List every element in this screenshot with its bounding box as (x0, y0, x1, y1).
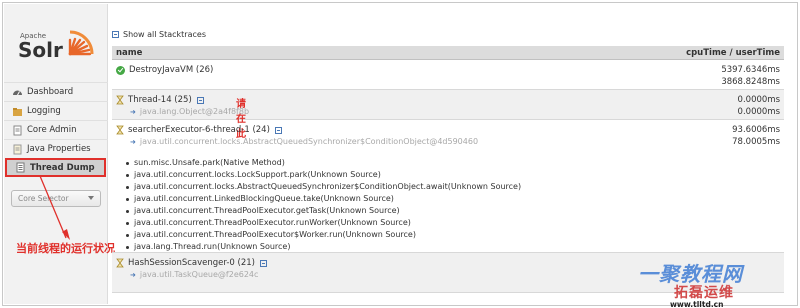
lock-text: java.lang.Object@2a4f8f8b (139, 107, 250, 116)
table-row: Thread-14 (25) 请在此 ➜ java.lang.Object@2a… (112, 90, 784, 140)
hourglass-icon (116, 125, 124, 135)
lock-text: java.util.TaskQueue@f2e624c (139, 270, 259, 279)
collapse-stack-icon[interactable] (274, 126, 282, 134)
stacktrace-list: sun.misc.Unsafe.park(Native Method) java… (126, 157, 521, 253)
arrow-right-icon: ➜ (130, 107, 136, 116)
stacktrace-line: java.util.concurrent.locks.AbstractQueue… (126, 181, 521, 193)
lock-info: ➜ java.util.concurrent.locks.AbstractQue… (130, 137, 478, 146)
thread-name-text: HashSessionScavenger-0 (21) (128, 258, 255, 268)
collapse-stack-icon[interactable] (259, 259, 267, 267)
show-all-stacktraces-toggle[interactable]: Show all Stacktraces (112, 30, 206, 39)
lock-info: ➜ java.util.TaskQueue@f2e624c (130, 270, 258, 279)
stacktrace-line: java.util.concurrent.ThreadPoolExecutor$… (126, 229, 521, 241)
thread-name-text: DestroyJavaVM (26) (129, 65, 214, 75)
cpu-time: 0.0000ms (737, 95, 780, 105)
user-time: 0.0000ms (737, 107, 780, 117)
table-row: DestroyJavaVM (26) 5397.6346ms 3868.8248… (112, 60, 784, 90)
check-circle-icon (116, 65, 125, 75)
thread-name[interactable]: searcherExecutor-6-thread-1 (24) (116, 125, 286, 135)
collapse-icon (112, 31, 119, 38)
thread-name[interactable]: HashSessionScavenger-0 (21) (116, 258, 271, 268)
annotation-thread-status: 当前线程的运行状况 (16, 242, 115, 255)
stacktrace-line: sun.misc.Unsafe.park(Native Method) (126, 157, 521, 169)
stacktrace-line: java.lang.Thread.run(Unknown Source) (126, 241, 521, 253)
thread-name[interactable]: Thread-14 (25) 请在此 (116, 95, 246, 140)
hourglass-icon (116, 258, 124, 268)
expand-stack-icon[interactable] (196, 96, 204, 104)
user-time: 78.0005ms (732, 137, 780, 147)
watermark-logo: 一聚教程网 拓磊运维 www.tlltd.cn (600, 256, 800, 308)
watermark-line2: 拓磊运维 (674, 285, 734, 301)
stacktrace-line: java.util.concurrent.LinkedBlockingQueue… (126, 193, 521, 205)
table-header: name cpuTime / userTime (112, 46, 784, 60)
cpu-time: 5397.6346ms (721, 65, 780, 75)
hourglass-icon (116, 95, 124, 105)
stacktrace-line: java.util.concurrent.locks.LockSupport.p… (126, 169, 521, 181)
lock-info: ➜ java.lang.Object@2a4f8f8b (130, 107, 249, 116)
user-time: 3868.8248ms (721, 77, 780, 87)
thread-name[interactable]: DestroyJavaVM (26) (116, 65, 213, 75)
arrow-right-icon: ➜ (130, 137, 136, 146)
arrow-right-icon: ➜ (130, 270, 136, 279)
stacktrace-line: java.util.concurrent.ThreadPoolExecutor.… (126, 205, 521, 217)
cpu-time: 93.6006ms (732, 125, 780, 135)
lock-text: java.util.concurrent.locks.AbstractQueue… (139, 137, 479, 146)
stacktrace-line: java.util.concurrent.ThreadPoolExecutor.… (126, 217, 521, 229)
column-header-cpu: cpuTime / userTime (686, 47, 780, 58)
show-all-label: Show all Stacktraces (123, 30, 206, 39)
column-header-name: name (116, 47, 143, 58)
table-row: searcherExecutor-6-thread-1 (24) ➜ java.… (112, 120, 784, 253)
thread-name-text: searcherExecutor-6-thread-1 (24) (128, 125, 270, 135)
thread-name-text: Thread-14 (25) (128, 95, 192, 105)
watermark-url: www.tlltd.cn (670, 300, 724, 308)
